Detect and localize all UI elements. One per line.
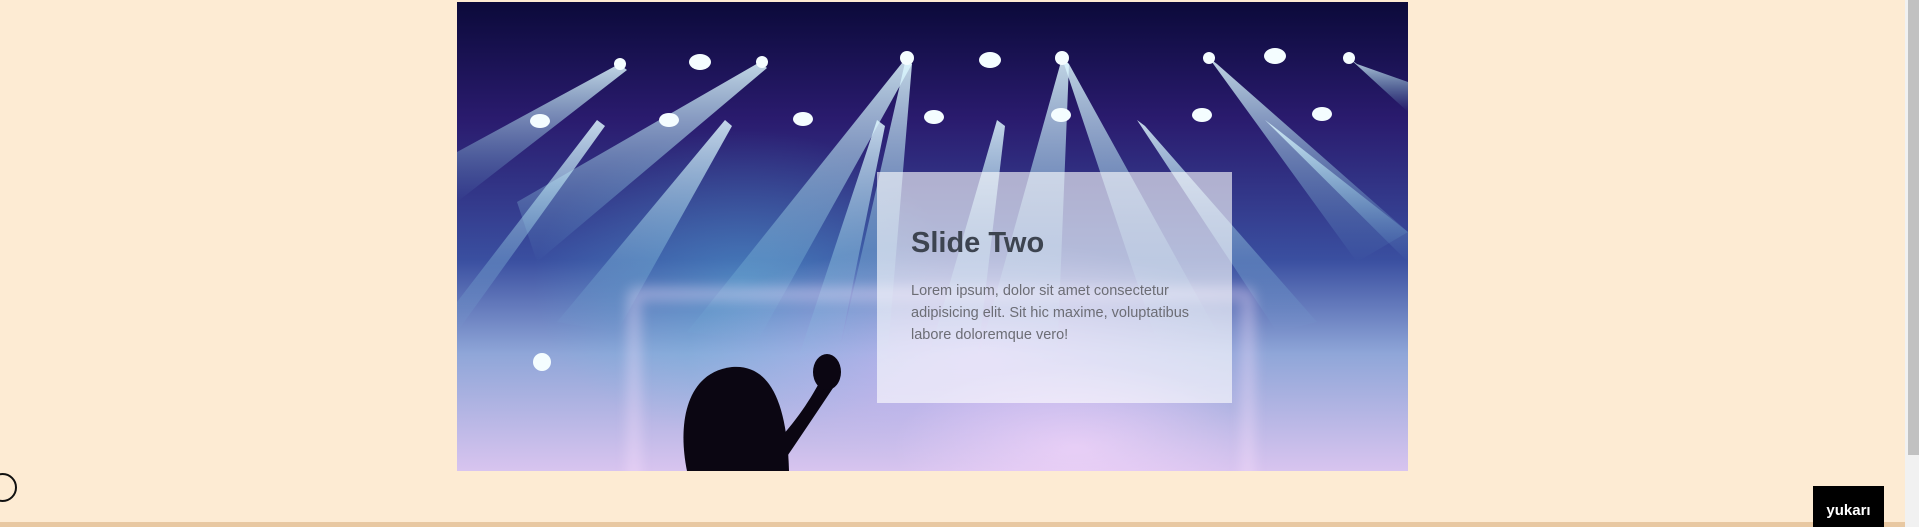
slide-title: Slide Two <box>911 227 1045 259</box>
vertical-scrollbar[interactable] <box>1905 0 1919 527</box>
circle-cursor-icon[interactable] <box>0 473 17 502</box>
scroll-to-top-button[interactable]: yukarı <box>1813 486 1884 527</box>
footer-divider <box>0 522 1905 527</box>
slide-caption: Slide Two Lorem ipsum, dolor sit amet co… <box>877 172 1232 403</box>
scrollbar-thumb[interactable] <box>1908 0 1919 455</box>
image-slider[interactable]: Slide Two Lorem ipsum, dolor sit amet co… <box>457 2 1408 471</box>
slide-text: Lorem ipsum, dolor sit amet consectetur … <box>911 283 1190 343</box>
